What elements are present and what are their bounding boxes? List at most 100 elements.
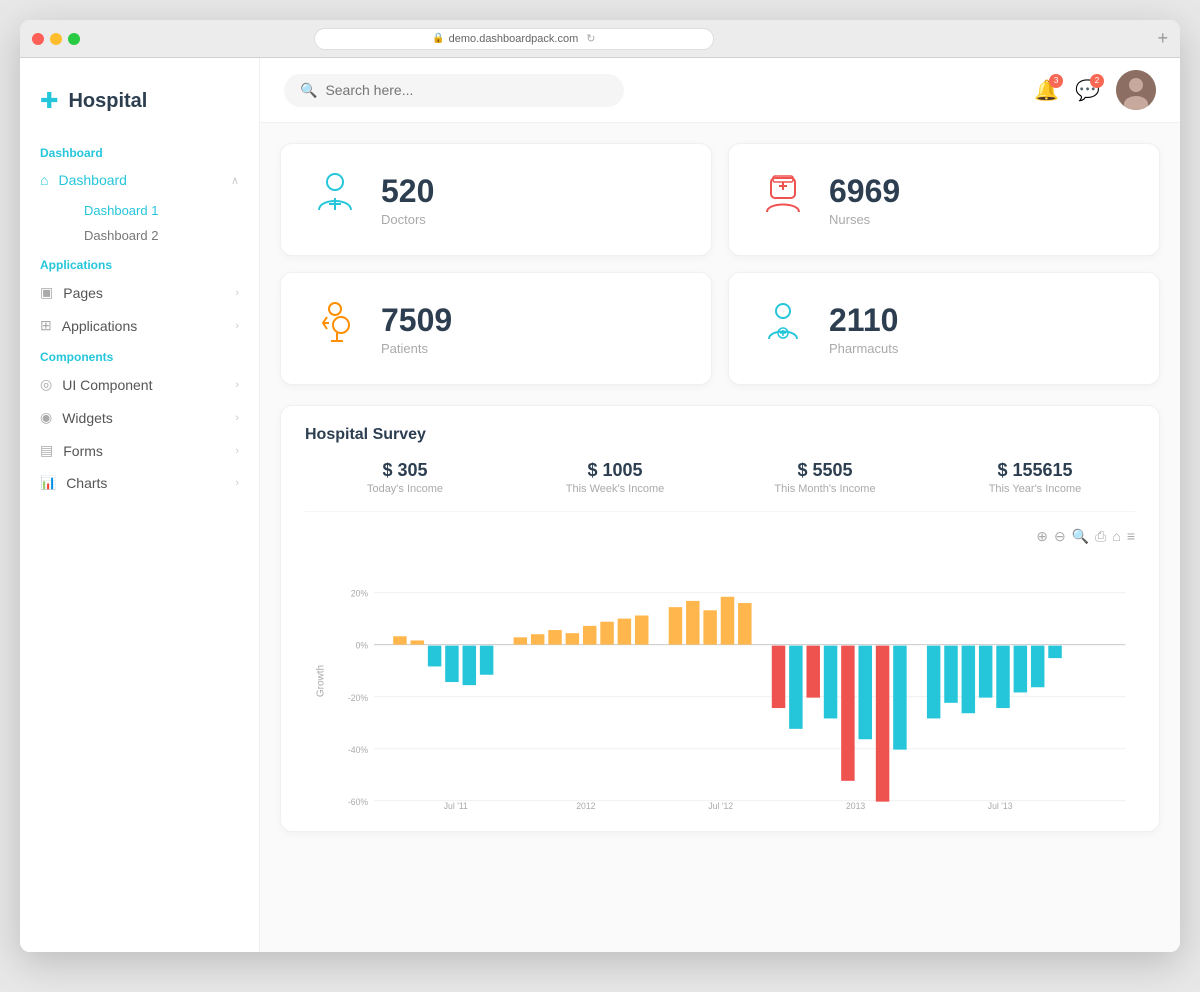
svg-text:-60%: -60% <box>348 796 368 806</box>
sidebar-sub-dashboard1[interactable]: Dashboard 1 <box>64 198 259 223</box>
chart-svg: 20% 0% -20% -40% -60% <box>345 551 1135 811</box>
zoom-reset-button[interactable]: 🔍 <box>1072 528 1089 545</box>
sidebar-item-dashboard[interactable]: ⌂ Dashboard ∧ <box>20 164 259 196</box>
stat-pharmacuts-info: 2110 Pharmacuts <box>829 302 898 356</box>
stat-nurses-info: 6969 Nurses <box>829 173 900 227</box>
logo-text: Hospital <box>68 90 147 113</box>
pharmacuts-icon <box>757 297 809 360</box>
sidebar-item-pages[interactable]: ▣ Pages › <box>20 276 259 309</box>
svg-text:-40%: -40% <box>348 744 368 754</box>
ui-component-icon: ◎ <box>40 376 52 393</box>
income-today: $ 305 Today's Income <box>305 460 505 495</box>
income-month: $ 5505 This Month's Income <box>725 460 925 495</box>
chevron-up-icon: ∧ <box>231 174 239 187</box>
user-avatar[interactable] <box>1116 70 1156 110</box>
message-button[interactable]: 💬 2 <box>1075 78 1100 103</box>
doctors-icon <box>309 168 361 231</box>
menu-button[interactable]: ≡ <box>1127 528 1135 545</box>
reload-icon[interactable]: ↻ <box>586 32 595 45</box>
zoom-in-button[interactable]: ⊕ <box>1036 528 1048 545</box>
new-tab-button[interactable]: + <box>1157 28 1168 49</box>
search-bar[interactable]: 🔍 <box>284 74 624 107</box>
main-content: 🔍 🔔 3 💬 2 <box>260 58 1180 952</box>
sidebar-item-charts[interactable]: 📊 Charts › <box>20 467 259 499</box>
download-button[interactable]: ⎙ <box>1095 528 1106 545</box>
maximize-button[interactable] <box>68 33 80 45</box>
sidebar-item-forms-label: Forms <box>63 443 103 459</box>
sidebar-item-ui-label: UI Component <box>62 377 152 393</box>
svg-text:2012: 2012 <box>576 801 595 811</box>
survey-card: Hospital Survey $ 305 Today's Income $ 1… <box>280 405 1160 832</box>
sidebar-item-applications-label: Applications <box>62 318 138 334</box>
income-today-label: Today's Income <box>305 483 505 495</box>
nurses-value: 6969 <box>829 173 900 210</box>
income-year-label: This Year's Income <box>935 483 1135 495</box>
forms-icon: ▤ <box>40 442 53 459</box>
stat-card-nurses: 6969 Nurses <box>728 143 1160 256</box>
patients-label: Patients <box>381 341 452 356</box>
sidebar-section-applications: Applications <box>20 250 259 276</box>
traffic-lights <box>32 33 80 45</box>
stat-card-doctors: 520 Doctors <box>280 143 712 256</box>
sidebar-item-pages-label: Pages <box>63 285 103 301</box>
svg-text:Jul '13: Jul '13 <box>988 801 1013 811</box>
minimize-button[interactable] <box>50 33 62 45</box>
sidebar-item-widgets-label: Widgets <box>62 410 113 426</box>
doctors-value: 520 <box>381 173 434 210</box>
widgets-chevron-icon: › <box>235 412 239 424</box>
page-content: 520 Doctors <box>260 123 1180 852</box>
svg-text:Jul '11: Jul '11 <box>444 801 468 811</box>
sidebar-item-dashboard-label: Dashboard <box>58 172 127 188</box>
lock-icon: 🔒 <box>432 33 444 44</box>
home-button[interactable]: ⌂ <box>1112 528 1120 545</box>
sidebar-sub-dashboard2[interactable]: Dashboard 2 <box>64 223 259 248</box>
search-input[interactable] <box>325 82 608 98</box>
search-icon: 🔍 <box>300 82 317 99</box>
chart-controls: ⊕ ⊖ 🔍 ⎙ ⌂ ≡ <box>305 528 1135 545</box>
sidebar-item-charts-label: Charts <box>66 475 107 491</box>
logo-icon: ✚ <box>40 88 58 114</box>
pharmacuts-value: 2110 <box>829 302 898 339</box>
sidebar: ✚ Hospital Dashboard ⌂ Dashboard ∧ Dashb… <box>20 58 260 952</box>
stat-card-patients: 7509 Patients <box>280 272 712 385</box>
sidebar-section-components: Components <box>20 342 259 368</box>
sidebar-item-ui-component[interactable]: ◎ UI Component › <box>20 368 259 401</box>
home-icon: ⌂ <box>40 172 48 188</box>
income-week-value: $ 1005 <box>515 460 715 481</box>
url-bar: 🔒 demo.dashboardpack.com ↻ <box>314 28 714 50</box>
income-month-value: $ 5505 <box>725 460 925 481</box>
sidebar-item-widgets[interactable]: ◉ Widgets › <box>20 401 259 434</box>
notification-button[interactable]: 🔔 3 <box>1034 78 1059 103</box>
income-today-value: $ 305 <box>305 460 505 481</box>
stat-doctors-info: 520 Doctors <box>381 173 434 227</box>
zoom-out-button[interactable]: ⊖ <box>1054 528 1066 545</box>
doctors-label: Doctors <box>381 212 434 227</box>
widgets-icon: ◉ <box>40 409 52 426</box>
patients-value: 7509 <box>381 302 452 339</box>
income-year: $ 155615 This Year's Income <box>935 460 1135 495</box>
svg-text:0%: 0% <box>356 640 369 650</box>
survey-title: Hospital Survey <box>305 426 1135 444</box>
sidebar-logo: ✚ Hospital <box>20 78 259 138</box>
close-button[interactable] <box>32 33 44 45</box>
header: 🔍 🔔 3 💬 2 <box>260 58 1180 123</box>
income-week: $ 1005 This Week's Income <box>515 460 715 495</box>
income-month-label: This Month's Income <box>725 483 925 495</box>
sidebar-dashboard-submenu: Dashboard 1 Dashboard 2 <box>20 196 259 250</box>
chart-y-label: Growth <box>316 665 327 697</box>
patients-icon <box>309 297 361 360</box>
pages-icon: ▣ <box>40 284 53 301</box>
sidebar-item-forms[interactable]: ▤ Forms › <box>20 434 259 467</box>
app-window: 🔒 demo.dashboardpack.com ↻ + ✚ Hospital … <box>20 20 1180 952</box>
income-stats: $ 305 Today's Income $ 1005 This Week's … <box>305 460 1135 512</box>
charts-icon: 📊 <box>40 475 56 491</box>
svg-text:2013: 2013 <box>846 801 865 811</box>
nurses-label: Nurses <box>829 212 900 227</box>
app-layout: ✚ Hospital Dashboard ⌂ Dashboard ∧ Dashb… <box>20 58 1180 952</box>
message-badge: 2 <box>1090 74 1104 88</box>
stat-card-pharmacuts: 2110 Pharmacuts <box>728 272 1160 385</box>
sidebar-item-applications[interactable]: ⊞ Applications › <box>20 309 259 342</box>
header-actions: 🔔 3 💬 2 <box>1034 70 1156 110</box>
stats-grid: 520 Doctors <box>280 143 1160 385</box>
titlebar: 🔒 demo.dashboardpack.com ↻ + <box>20 20 1180 58</box>
